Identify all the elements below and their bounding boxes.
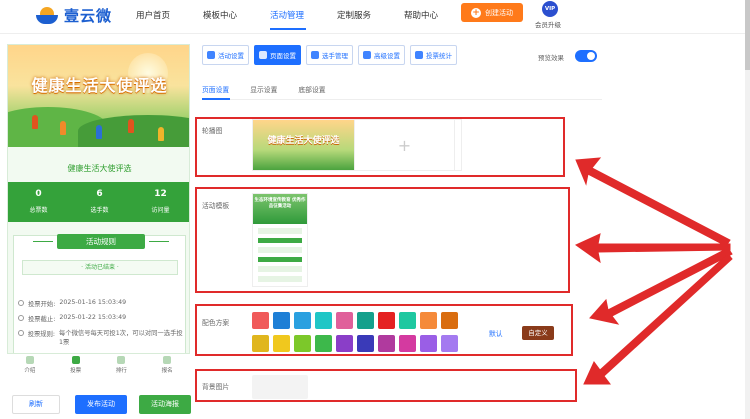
tab-ranking[interactable]: 排行 — [99, 354, 145, 376]
subtab-page-settings[interactable]: 页面设置 — [202, 84, 229, 94]
vip-icon: VIP — [542, 1, 558, 17]
plus-icon: + — [471, 7, 481, 18]
preview-effect-toggle[interactable] — [575, 50, 597, 62]
nav-template-center[interactable]: 模板中心 — [203, 9, 237, 21]
create-activity-label: 创建活动 — [485, 8, 513, 17]
vip-upgrade-label[interactable]: 会员升级 — [535, 19, 561, 29]
arrow-to-colors — [589, 247, 733, 325]
subtab-footer-settings[interactable]: 底部设置 — [298, 84, 325, 94]
highlight-box-carousel — [195, 117, 565, 177]
clock-icon — [18, 330, 24, 336]
activity-name: 健康生活大使评选 — [67, 164, 132, 173]
banner-title: 健康生活大使评选 — [31, 76, 168, 95]
rule-end: 投票截止: 2025-01-22 15:03:49 — [18, 314, 126, 323]
nav-help-center[interactable]: 帮助中心 — [404, 9, 438, 21]
advanced-settings-button[interactable]: 高级设置 — [358, 45, 405, 65]
subtab-divider — [202, 99, 602, 100]
activity-poster-button[interactable]: 活动海报 — [139, 395, 191, 414]
activity-banner: 健康生活大使评选 — [8, 45, 189, 147]
subtab-display-settings[interactable]: 显示设置 — [250, 84, 277, 94]
brand-name: 壹云微 — [64, 7, 113, 25]
scrollbar-thumb[interactable] — [745, 0, 750, 70]
stats-bar: 0 总票数 6 选手数 12 访问量 — [8, 182, 189, 222]
signup-icon — [163, 356, 172, 364]
trophy-icon — [117, 356, 126, 364]
annotation-arrows — [575, 157, 733, 385]
settings-toolbar: 活动设置 页面设置 选手管理 高级设置 投票统计 — [202, 45, 457, 65]
bar-chart-icon — [415, 51, 423, 59]
page-scrollbar[interactable] — [745, 0, 750, 419]
vote-statistics-button[interactable]: 投票统计 — [410, 45, 457, 65]
mobile-preview: 健康生活大使评选 健康生活大使评选 0 总票数 6 选手数 12 访问量 活动规… — [7, 44, 190, 354]
nav-activity-management[interactable]: 活动管理 — [270, 9, 304, 21]
gear-icon — [207, 51, 215, 59]
nav-user-home[interactable]: 用户首页 — [136, 9, 170, 21]
page-settings-button[interactable]: 页面设置 — [254, 45, 301, 65]
brand-logo[interactable]: 壹云微 — [36, 5, 112, 26]
tab-vote[interactable]: 投票 — [53, 354, 99, 376]
users-icon — [311, 51, 319, 59]
highlight-box-template — [195, 187, 570, 293]
preview-tabbar: 介绍 投票 排行 报名 — [7, 354, 190, 376]
create-activity-button[interactable]: + 创建活动 — [461, 3, 523, 22]
refresh-button[interactable]: 刷新 — [12, 395, 60, 414]
rules-title: 活动规则 — [33, 234, 169, 249]
arrow-to-carousel — [575, 157, 731, 247]
highlight-box-colors — [195, 304, 573, 356]
intro-icon — [25, 356, 34, 364]
top-navigation-bar: 壹云微 用户首页 模板中心 活动管理 定制服务 帮助中心 + 创建活动 VIP … — [0, 0, 750, 34]
rules-card: 活动规则 · 活动已结束 · 投票开始: 2025-01-16 15:03:49 … — [13, 234, 186, 353]
rule-start: 投票开始: 2025-01-16 15:03:49 — [18, 299, 126, 308]
nav-custom-service[interactable]: 定制服务 — [337, 9, 371, 21]
vote-icon — [71, 356, 80, 364]
logo-icon — [36, 6, 58, 25]
gear-icon — [259, 51, 267, 59]
stat-contestants: 6 选手数 — [90, 189, 109, 214]
active-nav-underline — [270, 28, 306, 30]
stat-total-votes: 0 总票数 — [29, 189, 48, 214]
publish-activity-button[interactable]: 发布活动 — [75, 395, 127, 414]
activity-settings-button[interactable]: 活动设置 — [202, 45, 249, 65]
preview-effect-label: 预览效果 — [538, 54, 564, 62]
clock-icon — [18, 300, 24, 306]
rule-vote-rule: 投票规则: 每个微信号每天可投1次，可以对同一选手投1票 — [18, 329, 183, 347]
activity-ended-notice: · 活动已结束 · — [22, 260, 178, 275]
sliders-icon — [363, 51, 371, 59]
tab-signup[interactable]: 报名 — [144, 354, 190, 376]
clock-icon — [18, 315, 24, 321]
arrow-to-template — [575, 233, 731, 264]
contestant-management-button[interactable]: 选手管理 — [306, 45, 353, 65]
active-subtab-underline — [202, 98, 230, 100]
tab-intro[interactable]: 介绍 — [7, 354, 53, 376]
settings-subtabs: 页面设置 显示设置 底部设置 — [202, 84, 326, 94]
highlight-box-background — [195, 369, 577, 402]
stat-visits: 12 访问量 — [151, 189, 170, 214]
